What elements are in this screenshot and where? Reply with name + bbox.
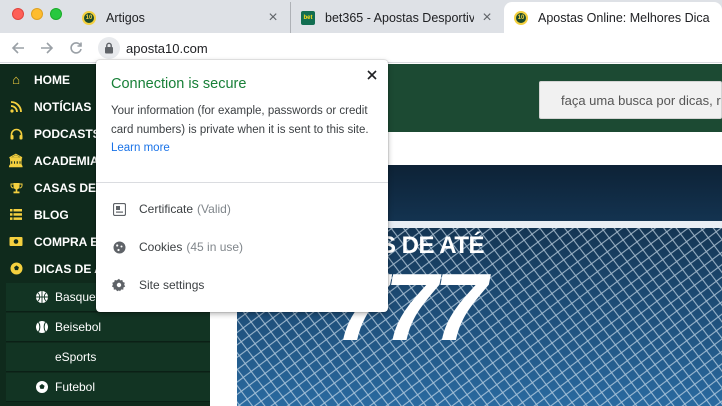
rss-icon [8, 99, 24, 115]
popover-title: Connection is secure [111, 76, 247, 92]
minimize-window-button[interactable] [31, 8, 43, 20]
site-info-popover: Connection is secure Your information (f… [96, 60, 388, 312]
basketball-icon [34, 289, 50, 305]
forward-arrow-icon[interactable] [37, 38, 57, 58]
headphones-icon [8, 126, 24, 142]
aposta10-logo-icon: 10 [82, 10, 96, 25]
close-window-button[interactable] [12, 8, 24, 20]
certificate-label: Certificate [139, 202, 194, 216]
cookies-label: Cookies [139, 240, 183, 254]
tab-title: bet365 - Apostas Desportivas [325, 10, 474, 25]
sidebar-subitem-label: Beisebol [55, 320, 102, 334]
baseball-icon [34, 319, 50, 335]
tab-bet365[interactable]: bet bet365 - Apostas Desportivas × [290, 2, 504, 33]
trophy-icon [8, 180, 24, 196]
divider [96, 182, 388, 183]
close-icon[interactable] [364, 67, 380, 83]
url-text: aposta10.com [126, 40, 208, 56]
sidebar-subitem-label: Basquet [55, 290, 100, 304]
search-input[interactable]: faça uma busca por dicas, r [539, 81, 722, 119]
certificate-status: (Valid) [197, 202, 231, 216]
cookies-count: (45 in use) [186, 240, 244, 254]
certificate-row[interactable]: Certificate (Valid) [96, 192, 388, 226]
soccer-ball-icon [8, 261, 24, 277]
site-settings-label: Site settings [139, 278, 205, 292]
cookies-row[interactable]: Cookies (45 in use) [96, 230, 388, 264]
sidebar-item-label: BLOG [34, 207, 69, 222]
search-placeholder: faça uma busca por dicas, r [561, 92, 721, 108]
address-bar[interactable]: aposta10.com [98, 37, 714, 59]
certificate-icon [112, 202, 126, 216]
popover-description-text: Your information (for example, passwords… [111, 105, 369, 136]
list-icon [8, 207, 24, 223]
learn-more-link[interactable]: Learn more [111, 142, 170, 154]
institution-icon: 🏛 [7, 152, 25, 168]
sidebar-item-label: DICAS DE A [34, 261, 103, 276]
tab-strip: 10 Artigos × bet bet365 - Apostas Despor… [0, 0, 722, 33]
sidebar-subitem-label: Futebol [55, 380, 96, 394]
sidebar-item-label: NOTÍCIAS [34, 99, 92, 114]
tab-active-apostas-online[interactable]: 10 Apostas Online: Melhores Dica [504, 2, 722, 33]
tab-title: Artigos [106, 10, 145, 25]
cookie-icon [112, 240, 126, 254]
close-tab-icon[interactable]: × [480, 9, 494, 27]
gear-icon [112, 278, 126, 292]
tab-title: Apostas Online: Melhores Dica [538, 10, 710, 25]
aposta10-logo-icon: 10 [514, 10, 528, 25]
money-icon [8, 234, 24, 250]
bet365-logo-icon: bet [301, 10, 315, 25]
browser-toolbar: aposta10.com [0, 33, 722, 63]
sidebar-subitem-label: eSports [55, 350, 97, 364]
back-arrow-icon[interactable] [8, 38, 28, 58]
sidebar-subitem-beisebol[interactable]: Beisebol [6, 313, 210, 342]
soccer-ball-icon [34, 379, 50, 395]
sidebar-item-label: HOME [34, 72, 70, 87]
close-tab-icon[interactable]: × [266, 9, 280, 27]
sidebar-subitem-esports[interactable]: eSports [6, 343, 210, 372]
tab-artigos[interactable]: 10 Artigos × [72, 2, 290, 33]
sidebar-subitem-futebol[interactable]: Futebol [6, 373, 210, 402]
site-settings-row[interactable]: Site settings [96, 268, 388, 302]
maximize-window-button[interactable] [50, 8, 62, 20]
lock-icon[interactable] [98, 37, 120, 59]
home-icon: ⌂ [12, 72, 20, 87]
popover-description: Your information (for example, passwords… [111, 102, 379, 158]
sidebar-item-label: PODCASTS [34, 126, 101, 141]
reload-icon[interactable] [66, 38, 86, 58]
